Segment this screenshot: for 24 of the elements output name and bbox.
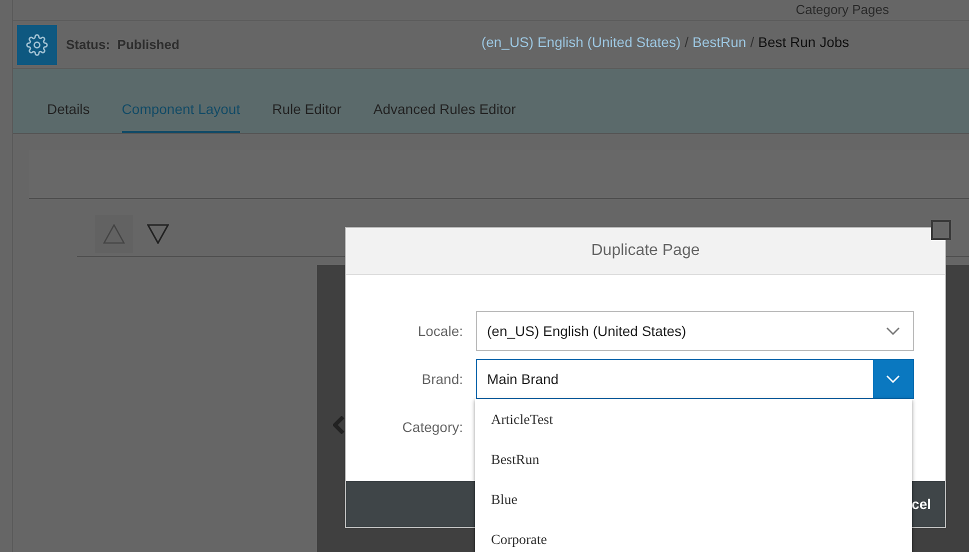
- chevron-down-icon: [886, 375, 900, 383]
- chevron-down-icon: [886, 327, 900, 335]
- checkbox[interactable]: [931, 220, 951, 240]
- triangle-down-icon: [147, 224, 169, 244]
- cancel-button[interactable]: cel: [912, 496, 931, 512]
- dialog-title: Duplicate Page: [346, 228, 945, 275]
- field-label: Category:: [401, 419, 463, 435]
- settings-icon: [26, 34, 48, 56]
- dropdown-field[interactable]: (en_US) English (United States): [476, 311, 914, 351]
- move-up-button[interactable]: [95, 215, 133, 253]
- breadcrumb-separator: /: [684, 34, 689, 50]
- dropdown-option[interactable]: BestRun: [475, 441, 912, 481]
- field-label: Locale:: [416, 323, 463, 339]
- breadcrumb-separator: /: [750, 34, 754, 50]
- chevron-left-icon: [333, 416, 345, 434]
- status-label: Status: Published: [66, 37, 180, 52]
- dropdown-option[interactable]: Corporate: [475, 521, 912, 552]
- triangle-up-icon: [103, 224, 125, 244]
- dropdown-option[interactable]: Blue: [475, 481, 912, 521]
- dropdown-field[interactable]: Main Brand: [476, 359, 914, 399]
- settings-button[interactable]: [17, 24, 57, 64]
- dropdown-option[interactable]: ArticleTest: [475, 401, 912, 441]
- field-label: Brand:: [420, 371, 463, 387]
- page-title: Category Pages: [796, 2, 889, 18]
